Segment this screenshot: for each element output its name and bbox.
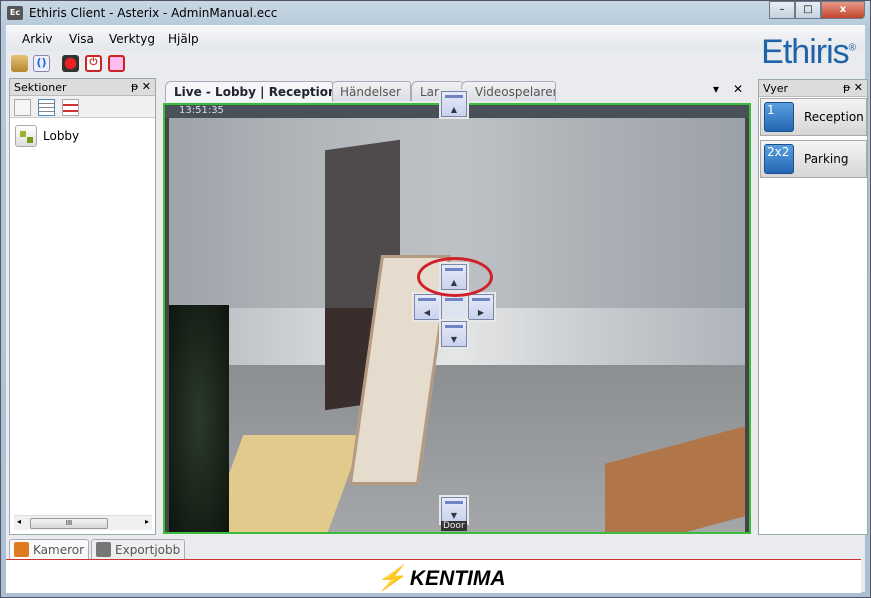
list-item[interactable]: Lobby (15, 125, 79, 147)
pin-icon[interactable]: ᵽ (843, 81, 850, 94)
lightning-icon: ⚡ (376, 565, 406, 592)
dock-center-button[interactable] (441, 294, 467, 320)
sektioner-panel: Sektioner ᵽ ✕ Lobby ◂ III ▸ (9, 78, 156, 535)
menu-hjalp[interactable]: Hjälp (168, 32, 199, 46)
menu-visa[interactable]: Visa (69, 32, 94, 46)
close-button[interactable]: x (821, 1, 865, 19)
list-view-icon[interactable] (38, 99, 55, 116)
view-reception-button[interactable]: 1 Reception (760, 98, 867, 136)
section-icon (15, 125, 37, 147)
menu-bar: Arkiv Visa Verktyg Hjälp (6, 25, 865, 51)
grid-view-icon: 2x2 (764, 144, 794, 174)
dock-left-button[interactable]: ◀ (414, 294, 440, 320)
footer: ⚡ KENTIMA (6, 559, 861, 593)
folder-open-icon[interactable] (11, 55, 28, 72)
tab-kameror[interactable]: Kameror (9, 539, 90, 559)
app-icon: Ec (7, 6, 23, 20)
dock-top-outer[interactable]: ▲ (441, 91, 467, 117)
vyer-panel: Vyer ᵽ ✕ 1 Reception 2x2 Parking (758, 79, 868, 535)
export-icon (96, 542, 112, 557)
pin-icon[interactable]: ᵽ (131, 80, 138, 93)
tree-view-icon[interactable] (14, 99, 31, 116)
alarm-icon[interactable] (108, 55, 125, 72)
close-icon[interactable]: ✕ (854, 81, 863, 94)
tab-label: Kameror (33, 542, 85, 557)
close-icon[interactable]: ✕ (142, 80, 151, 93)
menu-arkiv[interactable]: Arkiv (22, 32, 53, 46)
tab-live[interactable]: Live - Lobby | Reception (165, 81, 333, 102)
maximize-button[interactable]: □ (795, 1, 821, 19)
dock-bottom-outer[interactable]: ▼ (441, 497, 467, 523)
panel-title: Sektioner (14, 81, 67, 94)
minimize-button[interactable]: – (769, 1, 795, 19)
app-window: Ec Ethiris Client - Asterix - AdminManua… (0, 0, 871, 598)
compact-view-icon[interactable] (62, 99, 79, 116)
view-label: Parking (804, 152, 849, 166)
toolbar: () ⏻ (6, 51, 865, 75)
tab-close-icon[interactable]: ✕ (733, 82, 743, 96)
tab-exportjobb[interactable]: Exportjobb (91, 539, 186, 559)
menu-verktyg[interactable]: Verktyg (109, 32, 155, 46)
panel-title: Vyer (763, 82, 789, 95)
single-view-icon: 1 (764, 102, 794, 132)
view-parking-button[interactable]: 2x2 Parking (760, 140, 867, 178)
dock-bottom-button[interactable]: ▼ (441, 321, 467, 347)
view-label: Reception (804, 110, 864, 124)
kentima-logo: ⚡ KENTIMA (376, 565, 506, 592)
tab-dropdown-icon[interactable]: ▾ (713, 82, 719, 96)
record-icon[interactable] (62, 55, 79, 72)
title-bar: Ec Ethiris Client - Asterix - AdminManua… (1, 1, 870, 25)
camera-icon (14, 542, 29, 557)
tab-label: Exportjobb (115, 542, 181, 557)
highlight-ellipse (417, 257, 493, 297)
dock-right-button[interactable]: ▶ (468, 294, 494, 320)
scroll-thumb[interactable]: III (30, 518, 108, 529)
power-icon[interactable]: ⏻ (85, 55, 102, 72)
tab-handelser[interactable]: Händelser (331, 81, 411, 101)
ethiris-logo: Ethiris® (761, 33, 856, 71)
refresh-icon[interactable]: () (33, 55, 50, 72)
window-title: Ethiris Client - Asterix - AdminManual.e… (29, 6, 278, 20)
section-label: Lobby (43, 129, 80, 143)
tab-videospelaren[interactable]: Videospelaren (461, 81, 556, 101)
camera-label: Door (441, 521, 467, 531)
horizontal-scrollbar[interactable]: ◂ III ▸ (14, 515, 152, 530)
scene-plant (169, 305, 229, 532)
